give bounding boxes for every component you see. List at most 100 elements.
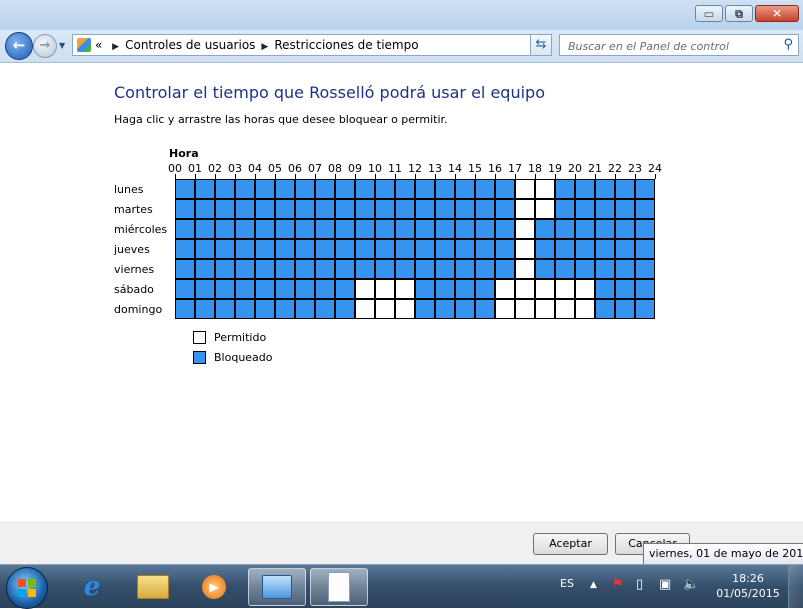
schedule-cell[interactable] (175, 199, 195, 219)
search-input[interactable] (566, 37, 770, 55)
schedule-cell[interactable] (235, 239, 255, 259)
schedule-cell[interactable] (335, 239, 355, 259)
schedule-cell[interactable] (195, 279, 215, 299)
schedule-cell[interactable] (575, 299, 595, 319)
schedule-cell[interactable] (195, 259, 215, 279)
schedule-cell[interactable] (615, 299, 635, 319)
schedule-cell[interactable] (215, 179, 235, 199)
schedule-cell[interactable] (595, 279, 615, 299)
schedule-cell[interactable] (315, 219, 335, 239)
schedule-cell[interactable] (235, 299, 255, 319)
schedule-cell[interactable] (215, 299, 235, 319)
schedule-cell[interactable] (455, 239, 475, 259)
schedule-cell[interactable] (355, 239, 375, 259)
taskbar-file-explorer[interactable] (124, 568, 182, 606)
schedule-cell[interactable] (595, 259, 615, 279)
schedule-cell[interactable] (315, 299, 335, 319)
schedule-cell[interactable] (635, 279, 655, 299)
schedule-cell[interactable] (435, 279, 455, 299)
schedule-cell[interactable] (375, 279, 395, 299)
schedule-cell[interactable] (555, 219, 575, 239)
schedule-cell[interactable] (515, 299, 535, 319)
schedule-cell[interactable] (315, 239, 335, 259)
schedule-cell[interactable] (495, 179, 515, 199)
schedule-cell[interactable] (515, 219, 535, 239)
schedule-cell[interactable] (535, 179, 555, 199)
minimize-button[interactable]: ▭ (695, 5, 723, 22)
schedule-cell[interactable] (375, 239, 395, 259)
schedule-cell[interactable] (495, 239, 515, 259)
schedule-cell[interactable] (375, 299, 395, 319)
schedule-cell[interactable] (475, 239, 495, 259)
schedule-cell[interactable] (275, 199, 295, 219)
schedule-cell[interactable] (235, 179, 255, 199)
schedule-cell[interactable] (595, 299, 615, 319)
schedule-cell[interactable] (595, 219, 615, 239)
schedule-cell[interactable] (235, 199, 255, 219)
schedule-cell[interactable] (635, 179, 655, 199)
schedule-cell[interactable] (475, 219, 495, 239)
schedule-cell[interactable] (195, 199, 215, 219)
schedule-cell[interactable] (335, 219, 355, 239)
schedule-cell[interactable] (215, 239, 235, 259)
schedule-cell[interactable] (315, 279, 335, 299)
schedule-cell[interactable] (635, 259, 655, 279)
recent-pages-dropdown-icon[interactable]: ▼ (59, 41, 65, 50)
schedule-cell[interactable] (255, 259, 275, 279)
schedule-cell[interactable] (635, 239, 655, 259)
schedule-cell[interactable] (535, 299, 555, 319)
schedule-cell[interactable] (455, 259, 475, 279)
back-button[interactable]: ← (5, 32, 33, 60)
schedule-cell[interactable] (635, 219, 655, 239)
schedule-cell[interactable] (275, 239, 295, 259)
power-icon[interactable]: ▯ (636, 577, 643, 592)
schedule-cell[interactable] (595, 239, 615, 259)
accept-button[interactable]: Aceptar (533, 533, 608, 555)
schedule-cell[interactable] (275, 179, 295, 199)
schedule-cell[interactable] (275, 299, 295, 319)
schedule-cell[interactable] (335, 279, 355, 299)
schedule-cell[interactable] (615, 279, 635, 299)
show-hidden-icons-icon[interactable]: ▲ (590, 580, 597, 590)
schedule-cell[interactable] (555, 279, 575, 299)
schedule-cell[interactable] (195, 219, 215, 239)
schedule-cell[interactable] (535, 279, 555, 299)
schedule-cell[interactable] (475, 299, 495, 319)
schedule-cell[interactable] (435, 299, 455, 319)
schedule-cell[interactable] (395, 219, 415, 239)
schedule-cell[interactable] (375, 219, 395, 239)
schedule-cell[interactable] (175, 239, 195, 259)
schedule-cell[interactable] (595, 199, 615, 219)
taskbar-media-player[interactable]: ▶ (185, 568, 243, 606)
schedule-cell[interactable] (195, 239, 215, 259)
schedule-cell[interactable] (495, 279, 515, 299)
schedule-cell[interactable] (415, 199, 435, 219)
schedule-cell[interactable] (355, 279, 375, 299)
schedule-cell[interactable] (195, 179, 215, 199)
schedule-cell[interactable] (555, 239, 575, 259)
schedule-cell[interactable] (515, 239, 535, 259)
schedule-cell[interactable] (515, 199, 535, 219)
schedule-cell[interactable] (455, 199, 475, 219)
breadcrumb-time-restrictions[interactable]: Restricciones de tiempo (274, 38, 418, 52)
schedule-cell[interactable] (195, 299, 215, 319)
schedule-cell[interactable] (375, 179, 395, 199)
breadcrumb-separator-icon[interactable]: ▶ (261, 42, 268, 52)
schedule-cell[interactable] (235, 219, 255, 239)
address-bar[interactable]: « ▶ Controles de usuarios ▶ Restricciones d… (72, 34, 552, 56)
taskbar-internet-explorer[interactable]: e (63, 568, 121, 606)
schedule-cell[interactable] (215, 279, 235, 299)
schedule-cell[interactable] (555, 199, 575, 219)
schedule-cell[interactable] (335, 299, 355, 319)
schedule-cell[interactable] (275, 219, 295, 239)
schedule-cell[interactable] (475, 279, 495, 299)
refresh-button[interactable]: ⇆ (530, 34, 552, 56)
schedule-cell[interactable] (495, 219, 515, 239)
schedule-cell[interactable] (395, 259, 415, 279)
schedule-cell[interactable] (495, 299, 515, 319)
schedule-cell[interactable] (335, 199, 355, 219)
schedule-cell[interactable] (535, 239, 555, 259)
schedule-cell[interactable] (555, 179, 575, 199)
schedule-cell[interactable] (175, 279, 195, 299)
schedule-cell[interactable] (295, 179, 315, 199)
